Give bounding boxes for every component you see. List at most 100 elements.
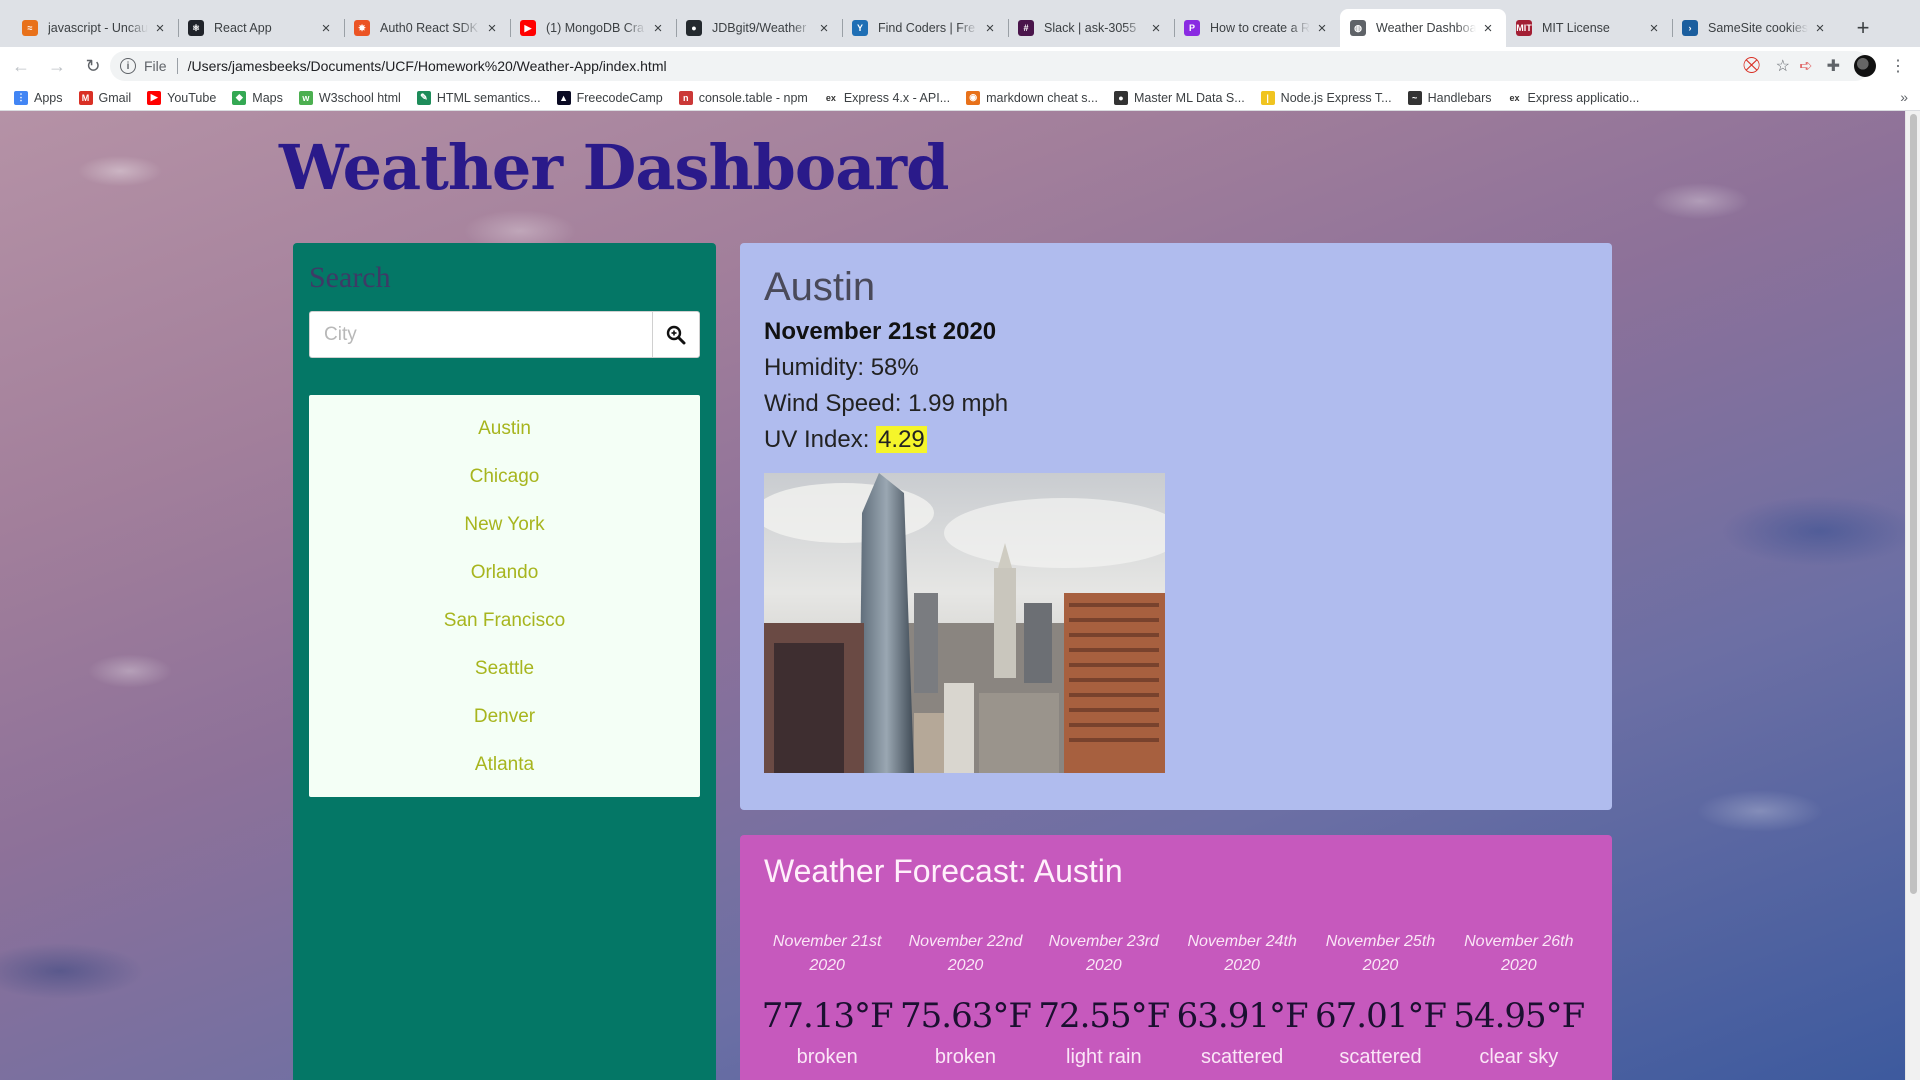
bookmark-item[interactable]: ◉ markdown cheat s... [966,90,1098,105]
tab-favicon-icon: ● [686,20,702,36]
browser-tab[interactable]: P How to create a R × [1174,9,1340,47]
forward-button[interactable]: → [42,51,72,81]
forecast-temperature: 72.55°F [1038,996,1170,1036]
bookmarks-overflow-icon[interactable]: » [1900,89,1908,105]
tab-favicon-icon: ◍ [1350,20,1366,36]
bookmark-item[interactable]: w W3school html [298,90,401,105]
tab-close-icon[interactable]: × [484,20,500,37]
tab-close-icon[interactable]: × [1314,20,1330,37]
bookmark-item[interactable]: ex Express applicatio... [1507,90,1639,105]
back-arrow-icon: ← [12,55,30,76]
bookmark-item[interactable]: ▲ FreecodeCamp [556,90,663,105]
tab-close-icon[interactable]: × [152,20,168,37]
tab-close-icon[interactable]: × [650,20,666,37]
address-url: /Users/jamesbeeks/Documents/UCF/Homework… [187,58,667,74]
bookmark-star-icon[interactable]: ☆ [1776,56,1790,76]
browser-tab[interactable]: ✸ Auth0 React SDK × [344,9,510,47]
bookmark-item[interactable]: | Node.js Express T... [1260,90,1392,105]
extensions-puzzle-icon[interactable]: ✚ [1827,56,1840,76]
forecast-description: clear sky [1479,1046,1559,1068]
tab-list: ≈ javascript - Uncau × ⚛ React App × ✸ Auth0 Re… [12,9,1838,47]
bookmark-item[interactable]: ex Express 4.x - API... [823,90,950,105]
tab-title: javascript - Uncau [48,21,148,35]
tab-close-icon[interactable]: × [1148,20,1164,37]
tab-favicon-icon: › [1682,20,1698,36]
browser-tab[interactable]: # Slack | ask-3055 × [1008,9,1174,47]
bookmark-favicon-icon: n [678,90,693,105]
bookmark-item[interactable]: ⋮ Apps [14,90,63,105]
bookmark-favicon-icon: ▲ [556,90,571,105]
forecast-description: scattered [1339,1046,1422,1068]
browser-menu-icon[interactable]: ⋮ [1890,56,1906,76]
tab-close-icon[interactable]: × [318,20,334,37]
page-viewport: Weather Dashboard Search AustinChicagoNe… [0,111,1905,1080]
browser-tab[interactable]: Y Find Coders | Fre × [842,9,1008,47]
current-weather-panel: Austin November 21st 2020 Humidity: 58% … [740,243,1612,810]
tab-close-icon[interactable]: × [1646,20,1662,37]
search-button[interactable] [652,311,700,358]
city-history-item[interactable]: San Francisco [309,597,700,645]
tab-title: Slack | ask-3055 [1044,21,1137,35]
city-history-item[interactable]: Chicago [309,453,700,501]
scrollbar-thumb[interactable] [1910,114,1917,894]
bookmark-item[interactable]: ✎ HTML semantics... [416,90,541,105]
tab-close-icon[interactable]: × [816,20,832,37]
browser-tab[interactable]: ◍ Weather Dashboa × [1340,9,1506,47]
page-scrollbar[interactable] [1905,111,1920,1080]
extension-icon[interactable]: ➪ [1799,56,1812,76]
address-bar[interactable]: i File /Users/jamesbeeks/Documents/UCF/H… [110,51,1870,81]
forecast-temperature: 75.63°F [900,996,1032,1036]
tab-title: Auth0 React SDK [380,21,478,35]
tab-favicon-icon: # [1018,20,1034,36]
city-search-input[interactable] [309,311,652,358]
browser-tab[interactable]: ▶ (1) MongoDB Cra × [510,9,676,47]
forecast-temperature: 67.01°F [1315,996,1447,1036]
bookmark-favicon-icon: ◉ [966,90,981,105]
forecast-temperature: 63.91°F [1176,996,1309,1036]
browser-tab[interactable]: ● JDBgit9/Weather × [676,9,842,47]
city-history-list: Austin Chicago New York Orlando San Francisc… [309,395,700,797]
bookmark-item[interactable]: ▶ YouTube [147,90,216,105]
forecast-temperature: 77.13°F [761,996,894,1036]
city-history-item[interactable]: New York [309,501,700,549]
page-title: Weather Dashboard [279,131,949,204]
city-history-item[interactable]: Orlando [309,549,700,597]
browser-tab[interactable]: MIT MIT License × [1506,9,1672,47]
profile-avatar[interactable] [1854,55,1876,77]
site-info-icon[interactable]: i [120,58,136,74]
bookmark-label: Master ML Data S... [1133,90,1245,105]
city-history-item[interactable]: Seattle [309,645,700,693]
search-panel: Search AustinChicagoNew YorkOrlandoSan F… [293,243,716,1080]
bookmark-label: Gmail [98,90,132,105]
browser-tab[interactable]: ≈ javascript - Uncau × [12,9,178,47]
forecast-temperature: 54.95°F [1453,996,1585,1036]
bookmark-list: ⋮ Apps M Gmail ▶ YouTube ◆ Maps w W3school html ✎ H… [14,90,1655,105]
tab-title: Find Coders | Fre [878,21,976,35]
tab-close-icon[interactable]: × [1812,20,1828,37]
new-tab-button[interactable]: + [1848,9,1878,47]
zoom-search-icon [666,325,686,344]
bookmark-item[interactable]: ~ Handlebars [1407,90,1492,105]
tab-favicon-icon: ⚛ [188,20,204,36]
city-history-item[interactable]: Atlanta [309,741,700,789]
site-settings-icon[interactable]: ⛒ [1743,57,1759,75]
bookmark-item[interactable]: ◆ Maps [232,90,283,105]
tab-close-icon[interactable]: × [1480,20,1496,37]
forecast-date: November 26th 2020 [1464,933,1574,974]
browser-tab[interactable]: ⚛ React App × [178,9,344,47]
city-history-item[interactable]: Austin [309,405,700,453]
reload-button[interactable]: ↻ [78,51,108,81]
tab-title: Weather Dashboa [1376,21,1476,35]
bookmark-item[interactable]: ● Master ML Data S... [1113,90,1245,105]
bookmark-label: Node.js Express T... [1280,90,1392,105]
tab-close-icon[interactable]: × [982,20,998,37]
bookmark-favicon-icon: ✎ [416,90,431,105]
city-history-item[interactable]: Denver [309,693,700,741]
forecast-description: broken [796,1046,858,1068]
bookmark-label: markdown cheat s... [986,90,1098,105]
browser-tab[interactable]: › SameSite cookies × [1672,9,1838,47]
back-button[interactable]: ← [6,51,36,81]
forecast-date: November 22nd 2020 [908,933,1023,974]
bookmark-item[interactable]: n console.table - npm [678,90,808,105]
bookmark-item[interactable]: M Gmail [78,90,132,105]
